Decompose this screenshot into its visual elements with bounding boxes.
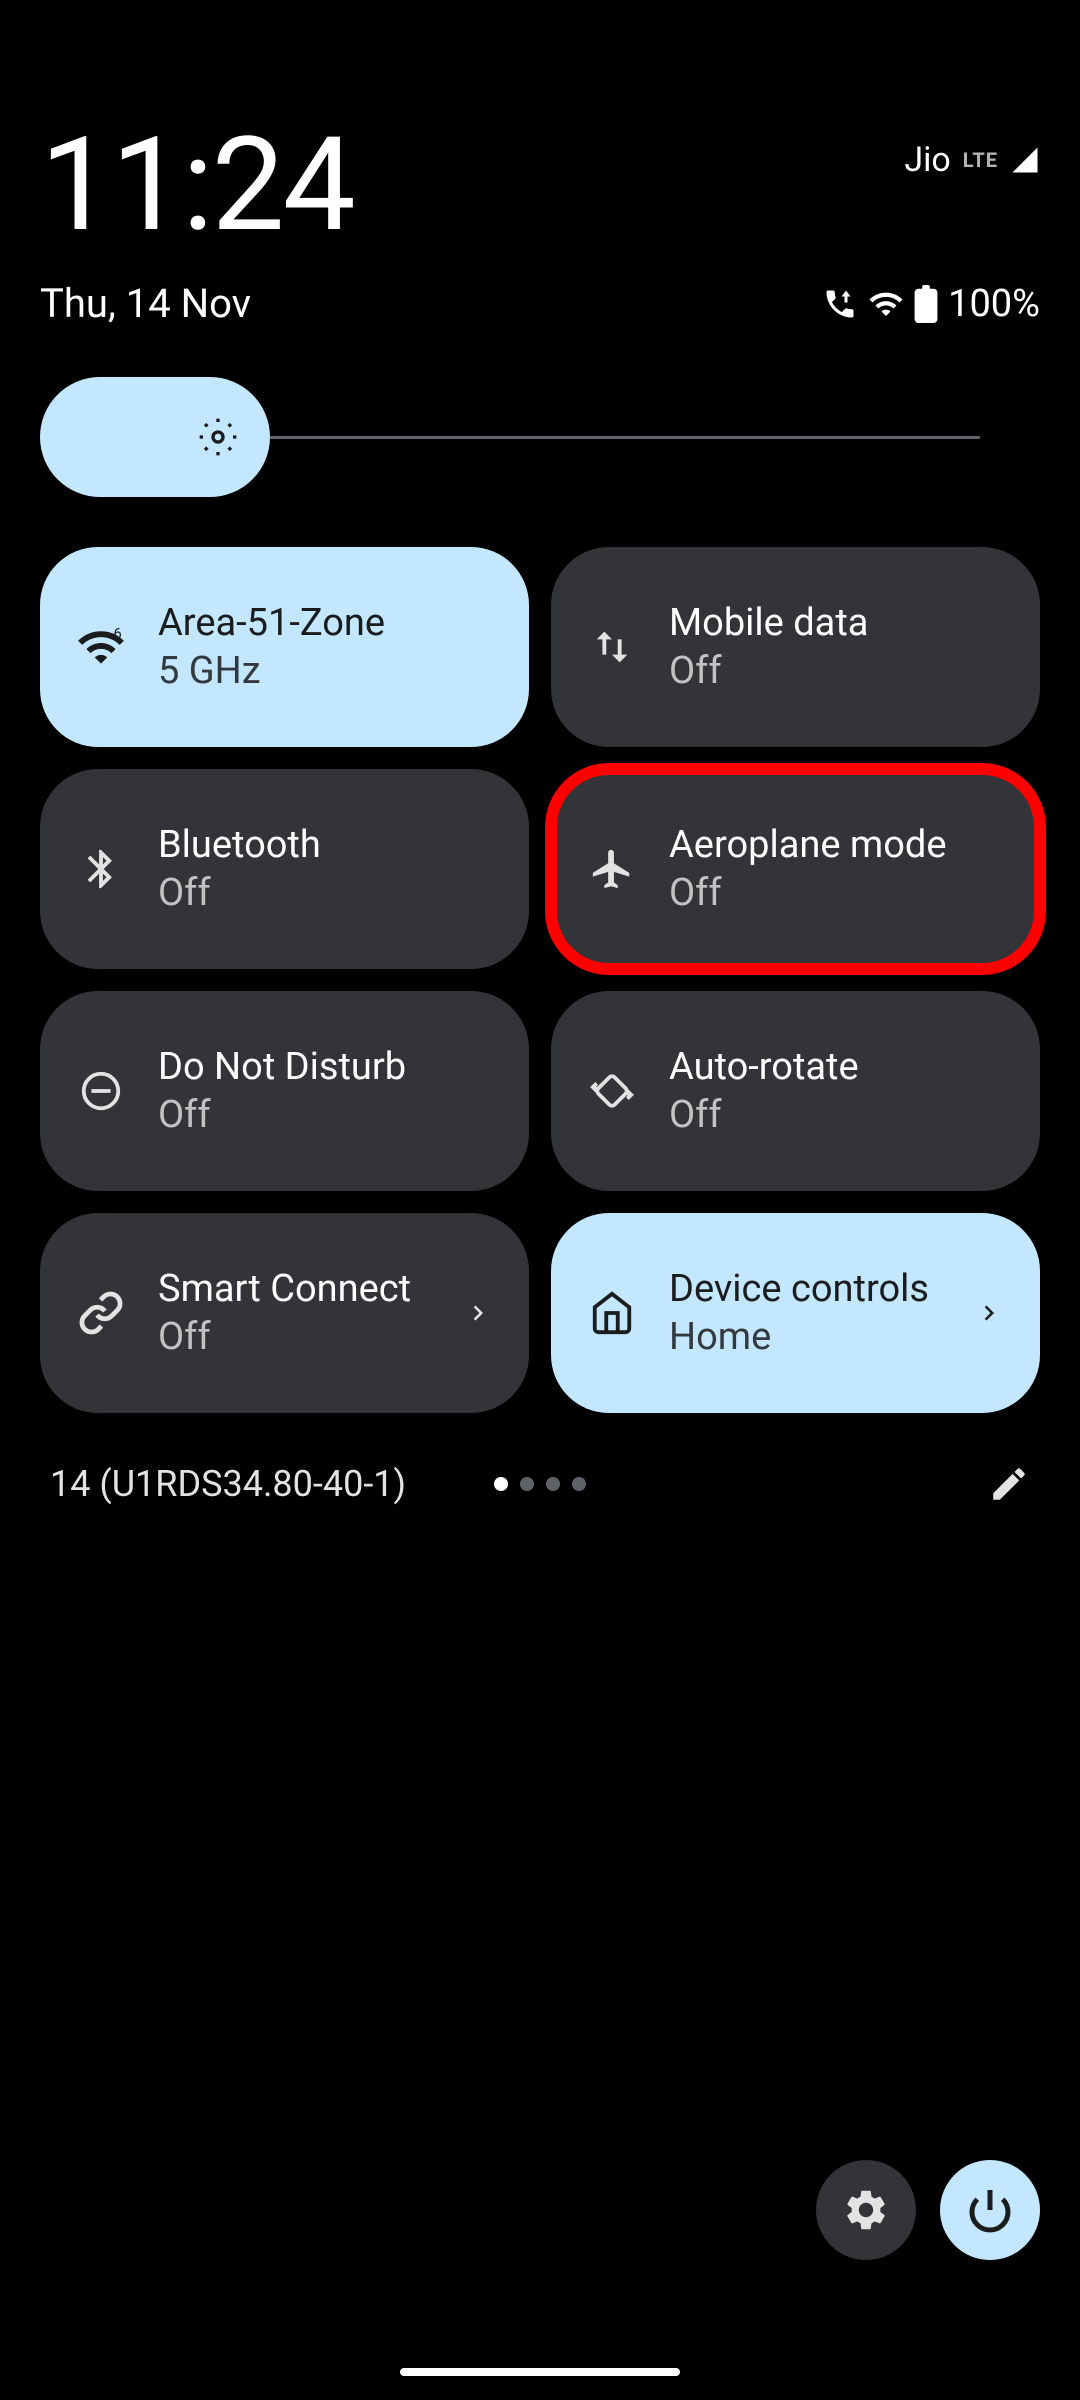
status-header: 11:24 Jio LTE Thu, 14 Nov 100% <box>0 0 1080 347</box>
tile-bluetooth[interactable]: Bluetooth Off <box>40 769 529 969</box>
settings-button[interactable] <box>816 2160 916 2260</box>
tile-title: Area-51-Zone <box>158 601 385 645</box>
network-type-badge: LTE <box>963 148 998 172</box>
home-indicator[interactable] <box>400 2368 680 2376</box>
battery-percent: 100% <box>948 282 1040 326</box>
tile-subtitle: Off <box>669 649 868 693</box>
airplane-icon <box>587 844 637 894</box>
battery-icon <box>914 285 938 323</box>
tile-device-controls[interactable]: Device controls Home <box>551 1213 1040 1413</box>
page-dot <box>572 1477 586 1491</box>
tile-title: Auto-rotate <box>669 1045 859 1089</box>
chevron-right-icon <box>463 1298 493 1328</box>
tile-subtitle: Off <box>669 871 947 915</box>
page-dot <box>494 1477 508 1491</box>
brightness-gear-icon <box>198 417 238 457</box>
chevron-right-icon <box>974 1298 1004 1328</box>
tile-subtitle: Home <box>669 1315 929 1359</box>
qs-footer: 14 (U1RDS34.80-40-1) <box>0 1433 1080 1535</box>
wifi-status-icon <box>868 286 904 322</box>
tile-subtitle: Off <box>669 1093 859 1137</box>
bottom-actions <box>816 2160 1040 2260</box>
power-button[interactable] <box>940 2160 1040 2260</box>
data-arrows-icon <box>587 622 637 672</box>
bluetooth-icon <box>76 844 126 894</box>
tile-auto-rotate[interactable]: Auto-rotate Off <box>551 991 1040 1191</box>
carrier-name: Jio <box>904 140 950 180</box>
tile-subtitle: Off <box>158 1315 411 1359</box>
tile-title: Do Not Disturb <box>158 1045 406 1089</box>
tile-smart-connect[interactable]: Smart Connect Off <box>40 1213 529 1413</box>
link-icon <box>76 1288 126 1338</box>
tile-subtitle: Off <box>158 871 321 915</box>
page-dot <box>546 1477 560 1491</box>
page-indicator[interactable] <box>494 1477 586 1491</box>
brightness-slider[interactable] <box>0 347 1080 527</box>
build-version: 14 (U1RDS34.80-40-1) <box>50 1463 406 1505</box>
home-icon <box>587 1288 637 1338</box>
wifi-icon: 6 <box>76 622 126 672</box>
dnd-icon <box>76 1066 126 1116</box>
clock-time: 11:24 <box>40 120 354 250</box>
tile-do-not-disturb[interactable]: Do Not Disturb Off <box>40 991 529 1191</box>
tile-wifi[interactable]: 6 Area-51-Zone 5 GHz <box>40 547 529 747</box>
tile-subtitle: Off <box>158 1093 406 1137</box>
carrier-info: Jio LTE <box>904 140 1040 180</box>
tile-mobile-data[interactable]: Mobile data Off <box>551 547 1040 747</box>
signal-icon <box>1010 145 1040 175</box>
tile-subtitle: 5 GHz <box>158 649 385 693</box>
status-icons: 100% <box>822 282 1040 326</box>
wifi-calling-icon <box>822 286 858 322</box>
svg-text:6: 6 <box>114 625 122 643</box>
tile-airplane-mode[interactable]: Aeroplane mode Off <box>551 769 1040 969</box>
quick-settings-tiles: 6 Area-51-Zone 5 GHz Mobile data Off Blu… <box>0 527 1080 1433</box>
tile-title: Aeroplane mode <box>669 823 947 867</box>
edit-tiles-button[interactable] <box>988 1463 1030 1505</box>
date-label: Thu, 14 Nov <box>40 280 251 327</box>
page-dot <box>520 1477 534 1491</box>
rotate-icon <box>587 1066 637 1116</box>
tile-title: Bluetooth <box>158 823 321 867</box>
tile-title: Mobile data <box>669 601 868 645</box>
tile-title: Smart Connect <box>158 1267 411 1311</box>
tile-title: Device controls <box>669 1267 929 1311</box>
